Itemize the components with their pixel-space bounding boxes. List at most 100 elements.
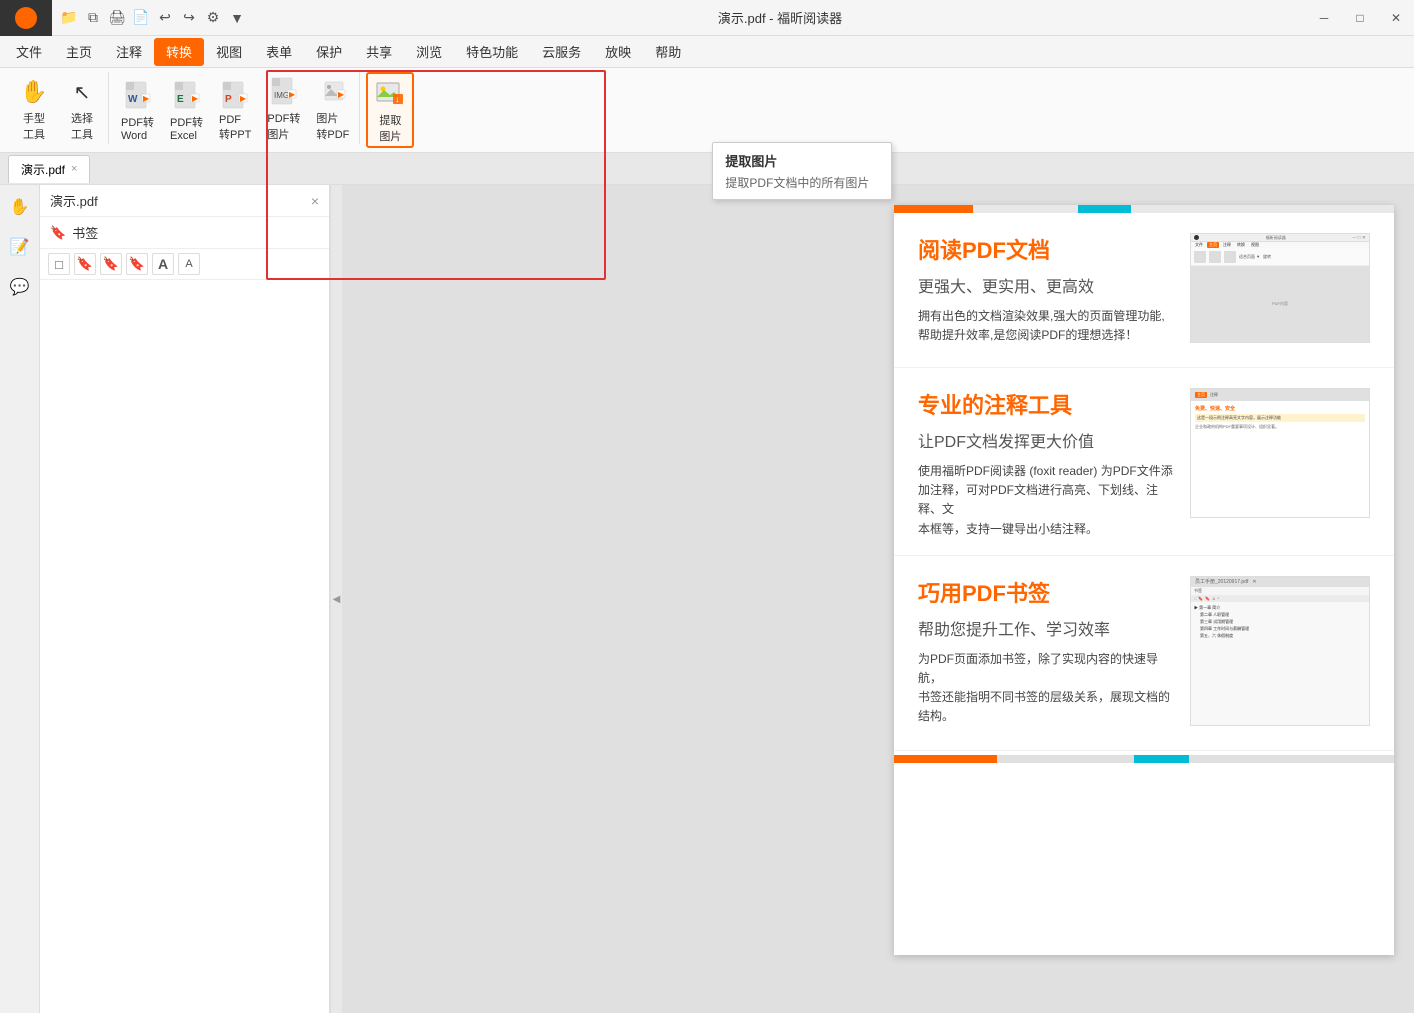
maximize-button[interactable]: □ [1342,0,1378,36]
bm-font-large-btn[interactable]: A [152,253,174,275]
left-panel-filename: 演示.pdf [50,191,98,210]
ribbon-extract-buttons: ↓ 提取图片 [366,72,414,148]
image-to-pdf-label: 图片转PDF [316,110,349,142]
svg-text:▶: ▶ [338,90,345,99]
pdf-to-word-button[interactable]: W ▶ PDF转Word [115,76,160,144]
pdf-to-ppt-icon: P ▶ [219,80,251,112]
section2-body: 使用福昕PDF阅读器 (foxit reader) 为PDF文件添加注释，可对P… [918,462,1178,539]
tooltip-desc: 提取PDF文档中的所有图片 [725,174,879,191]
sidebar-hand-icon[interactable]: ✋ [6,193,34,221]
pdf-preview: 阅读PDF文档 更强大、更实用、更高效 拥有出色的文档渲染效果,强大的页面管理功… [894,205,1394,955]
left-panel-header: 演示.pdf × [40,185,329,217]
section1-body: 拥有出色的文档渲染效果,强大的页面管理功能,帮助提升效率,是您阅读PDF的理想选… [918,307,1178,345]
pdf-section-read: 阅读PDF文档 更强大、更实用、更高效 拥有出色的文档渲染效果,强大的页面管理功… [894,213,1394,368]
menu-special[interactable]: 特色功能 [454,38,530,66]
menu-cloud[interactable]: 云服务 [530,38,593,66]
top-bar-gray2 [1131,205,1289,213]
tab-filename: 演示.pdf [21,161,65,178]
redo-icon[interactable]: ↪ [180,9,198,27]
svg-text:▶: ▶ [192,94,199,103]
ribbon-tool-buttons: ✋ 手型工具 ↖ 选择工具 [12,72,104,144]
menu-file[interactable]: 文件 [4,38,54,66]
top-bar-cyan [1078,205,1131,213]
menu-share[interactable]: 共享 [354,38,404,66]
pdf-to-excel-button[interactable]: E ▶ PDF转Excel [164,76,209,144]
tooltip-title: 提取图片 [725,151,879,170]
section1-subtitle: 更强大、更实用、更高效 [918,273,1178,297]
titlebar: 📁 ⧉ 🖨 📄 ↩ ↪ ⚙ ▼ 演示.pdf - 福昕阅读器 ─ □ ✕ [0,0,1414,36]
section3-subtitle: 帮助您提升工作、学习效率 [918,616,1178,640]
bm-bookmark2-btn[interactable]: 🔖 [100,253,122,275]
close-button[interactable]: ✕ [1378,0,1414,36]
hand-tool-icon: ✋ [18,76,50,108]
left-panel: 演示.pdf × 🔖 书签 □ 🔖 🔖 🔖 A A [40,185,330,1013]
main-area: ✋ 📝 💬 演示.pdf × 🔖 书签 □ 🔖 🔖 🔖 A A ◀ [0,185,1414,1013]
expand-icon[interactable]: ▼ [228,9,246,27]
section2-subtitle: 让PDF文档发挥更大价值 [918,428,1178,452]
left-panel-close-button[interactable]: × [311,193,319,209]
pdf-to-image-button[interactable]: IMG ▶ PDF转图片 [261,72,306,144]
image-to-pdf-icon: ▶ [317,76,349,108]
minimize-button[interactable]: ─ [1306,0,1342,36]
titlebar-toolbar: 📁 ⧉ 🖨 📄 ↩ ↪ ⚙ ▼ [52,9,254,27]
sidebar-edit-icon[interactable]: 📝 [6,233,34,261]
pdf-to-word-label: PDF转Word [121,114,154,142]
copy-icon[interactable]: ⧉ [84,9,102,27]
section2-title: 专业的注释工具 [918,388,1178,420]
pdf-to-word-icon: W ▶ [122,80,154,112]
bm-square-btn[interactable]: □ [48,253,70,275]
content-area[interactable]: 阅读PDF文档 更强大、更实用、更高效 拥有出色的文档渲染效果,强大的页面管理功… [342,185,1414,1013]
section2-preview: 主页 注释 免费、快速、安全 这是一段示例注释高亮文字内容，展示注释功能 企业和… [1190,388,1370,518]
bm-bookmark3-btn[interactable]: 🔖 [126,253,148,275]
tabbar: 演示.pdf × [0,153,1414,185]
undo-icon[interactable]: ↩ [156,9,174,27]
hand-tool-label: 手型工具 [23,110,45,142]
bm-font-small-btn[interactable]: A [178,253,200,275]
pdf-to-ppt-label: PDF转PPT [219,114,251,142]
pdf-to-image-icon: IMG ▶ [268,76,300,108]
pdf-tab[interactable]: 演示.pdf × [8,155,90,183]
menu-slideshow[interactable]: 放映 [593,38,643,66]
section3-body: 为PDF页面添加书签，除了实现内容的快速导航，书签还能指明不同书签的层级关系，展… [918,650,1178,727]
menu-view[interactable]: 视图 [204,38,254,66]
sidebar-comment-icon[interactable]: 💬 [6,273,34,301]
extract-image-icon: ↓ [374,78,406,110]
menu-convert[interactable]: 转换 [154,38,204,66]
folder-icon[interactable]: 📁 [60,9,78,27]
menu-browse[interactable]: 浏览 [404,38,454,66]
settings-icon[interactable]: ⚙ [204,9,222,27]
menu-form[interactable]: 表单 [254,38,304,66]
print-icon[interactable]: 🖨 [108,9,126,27]
menu-annotate[interactable]: 注释 [104,38,154,66]
svg-text:P: P [225,94,232,105]
section1-title: 阅读PDF文档 [918,233,1178,265]
pdf-section-annotate: 专业的注释工具 让PDF文档发挥更大价值 使用福昕PDF阅读器 (foxit r… [894,368,1394,556]
hand-tool-button[interactable]: ✋ 手型工具 [12,72,56,144]
svg-text:IMG: IMG [274,91,289,100]
bottom-bar-gray1 [997,755,1134,763]
new-icon[interactable]: 📄 [132,9,150,27]
select-tool-button[interactable]: ↖ 选择工具 [60,72,104,144]
tab-close-button[interactable]: × [71,163,77,175]
select-tool-icon: ↖ [66,76,98,108]
section1-preview: 福昕阅读器 ─ □ ✕ 文件 主页 注释 转换 视图 [1190,233,1370,343]
section3-preview: 员工手册_20120917.pdf ✕ 书签 □ 🔖 🔖 A A [1190,576,1370,726]
pdf-to-ppt-button[interactable]: P ▶ PDF转PPT [213,76,257,144]
svg-text:W: W [128,94,138,105]
top-bar-orange [894,205,973,213]
ribbon-convert-buttons: W ▶ PDF转Word E ▶ PDF转E [115,72,355,144]
menu-home[interactable]: 主页 [54,38,104,66]
menu-protect[interactable]: 保护 [304,38,354,66]
select-tool-label: 选择工具 [71,110,93,142]
bm-bookmark1-btn[interactable]: 🔖 [74,253,96,275]
pdf-to-image-label: PDF转图片 [267,110,300,142]
svg-text:E: E [177,94,184,105]
extract-image-button[interactable]: ↓ 提取图片 [366,72,414,148]
extract-image-label: 提取图片 [379,112,401,144]
top-bar-gray1 [973,205,1078,213]
image-to-pdf-button[interactable]: ▶ 图片转PDF [310,72,355,144]
menu-help[interactable]: 帮助 [643,38,693,66]
svg-text:↓: ↓ [395,94,400,104]
collapse-handle[interactable]: ◀ [330,185,342,1013]
pdf-section-bookmark: 巧用PDF书签 帮助您提升工作、学习效率 为PDF页面添加书签，除了实现内容的快… [894,556,1394,751]
